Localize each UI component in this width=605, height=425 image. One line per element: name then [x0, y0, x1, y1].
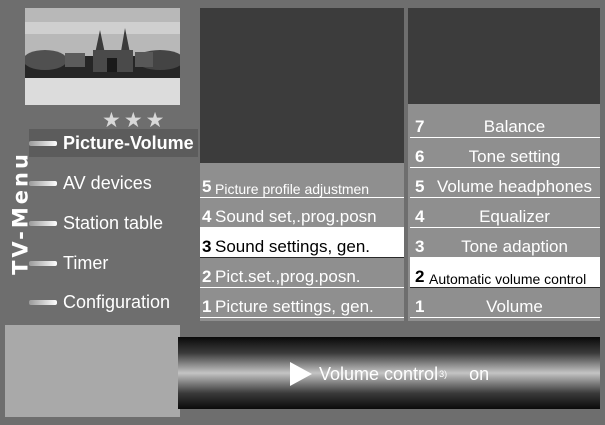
list-item[interactable]: 3 Tone adaption — [410, 228, 600, 258]
item-label: Sound set,.prog.posn — [215, 207, 377, 226]
item-number: 6 — [415, 147, 425, 166]
item-number: 2 — [415, 267, 425, 286]
item-number: 2 — [202, 267, 212, 286]
list-item[interactable]: 5 Picture profile adjustmen — [200, 168, 404, 198]
dash-icon — [29, 299, 57, 305]
sidebar-item-label: Configuration — [63, 291, 171, 312]
item-number: 3 — [202, 237, 212, 256]
sidebar-item-picture-volume[interactable]: Picture-Volume — [29, 129, 198, 157]
item-number: 4 — [202, 207, 212, 226]
status-value: on — [469, 363, 490, 384]
item-label: Volume — [486, 297, 543, 316]
sidebar-item-timer[interactable]: Timer — [29, 249, 108, 277]
item-number: 1 — [202, 297, 212, 316]
item-label: Picture profile adjustmen — [215, 181, 370, 197]
tv-menu-screen: ★★★ TV-Menu Picture-Volume AV devices St… — [0, 0, 605, 425]
sidebar: ★★★ TV-Menu Picture-Volume AV devices St… — [5, 5, 198, 320]
preview-panel — [200, 8, 404, 163]
list-item[interactable]: 4 Equalizer — [410, 198, 600, 228]
dash-icon — [29, 180, 57, 186]
status-label: Volume control — [319, 363, 439, 384]
item-label: Equalizer — [479, 207, 550, 226]
item-label: Tone setting — [468, 147, 561, 166]
top-right-panel — [408, 8, 600, 104]
sound-menu-list: 7 Balance 6 Tone setting 5 Volume headph… — [410, 108, 600, 318]
dash-icon — [29, 260, 57, 266]
info-box — [5, 325, 180, 417]
play-icon — [290, 362, 312, 386]
item-number: 7 — [415, 117, 425, 136]
list-item[interactable]: 1 Picture settings, gen. — [200, 288, 404, 318]
list-item-selected[interactable]: 3 Sound settings, gen. — [200, 228, 404, 258]
list-item-selected[interactable]: 2 Automatic volume control — [410, 258, 600, 288]
item-label: Balance — [483, 117, 546, 136]
footnote-marker: 3) — [439, 369, 448, 379]
status-line[interactable]: Volume control 3) on — [290, 362, 489, 386]
picture-thumbnail — [25, 8, 180, 105]
list-item[interactable]: 7 Balance — [410, 108, 600, 138]
sidebar-item-label: Station table — [63, 212, 164, 233]
dash-icon — [29, 220, 57, 226]
item-number: 5 — [415, 177, 425, 196]
item-number: 5 — [202, 177, 212, 196]
sidebar-item-label: Picture-Volume — [63, 132, 194, 153]
item-label: Pict.set.,prog.posn. — [215, 267, 361, 286]
item-label: Sound settings, gen. — [215, 237, 371, 256]
sidebar-item-label: AV devices — [63, 172, 152, 193]
dash-icon — [29, 140, 57, 146]
sidebar-item-station-table[interactable]: Station table — [29, 209, 163, 237]
submenu-list: 5 Picture profile adjustmen 4 Sound set,… — [200, 168, 404, 318]
list-item[interactable]: 5 Volume headphones — [410, 168, 600, 198]
list-item[interactable]: 2 Pict.set.,prog.posn. — [200, 258, 404, 288]
list-item[interactable]: 1 Volume — [410, 288, 600, 318]
item-label: Tone adaption — [461, 237, 568, 256]
sidebar-item-av-devices[interactable]: AV devices — [29, 169, 152, 197]
item-number: 4 — [415, 207, 425, 226]
item-label: Volume headphones — [436, 177, 593, 196]
list-item[interactable]: 6 Tone setting — [410, 138, 600, 168]
item-number: 3 — [415, 237, 425, 256]
item-label: Picture settings, gen. — [215, 297, 374, 316]
item-number: 1 — [415, 297, 425, 316]
list-item[interactable]: 4 Sound set,.prog.posn — [200, 198, 404, 228]
sidebar-item-label: Timer — [63, 252, 109, 273]
sidebar-item-configuration[interactable]: Configuration — [29, 288, 170, 316]
item-label: Automatic volume control — [429, 271, 587, 287]
